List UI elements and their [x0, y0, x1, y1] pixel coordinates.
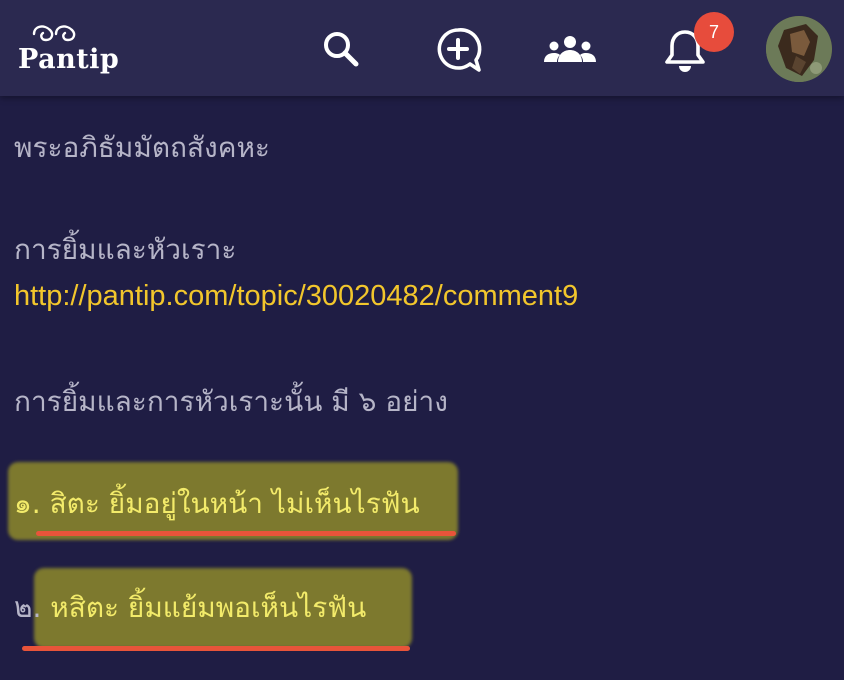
groups-icon[interactable]: [542, 34, 598, 66]
list-item-1: ๑. สิตะ ยิ้มอยู่ในหน้า ไม่เห็นไรฟัน: [14, 487, 420, 520]
logo-text: Pantip: [18, 44, 120, 75]
top-navigation-bar: Pantip 7: [0, 0, 844, 96]
underline-mark-2: [22, 646, 410, 651]
topic-title: การยิ้มและหัวเราะ: [14, 233, 237, 266]
page: Pantip 7 พระอภิธัมมัตถสังคหะ การยิ้มและห…: [0, 0, 844, 680]
notification-count-badge[interactable]: 7: [694, 12, 734, 52]
new-topic-icon[interactable]: [434, 26, 484, 74]
list-item-2: ๒. หสิตะ ยิ้มแย้มพอเห็นไรฟัน: [14, 586, 366, 630]
underline-mark-1: [36, 531, 456, 536]
avatar-image: [766, 16, 832, 82]
pantip-logo-icon: [32, 25, 76, 42]
list-item-2-number: ๒.: [14, 591, 42, 624]
user-avatar[interactable]: [766, 16, 832, 82]
pantip-logo[interactable]: Pantip: [18, 22, 119, 75]
heading-abhidhamma: พระอภิธัมมัตถสังคหะ: [14, 131, 270, 164]
list-item-2-text: หสิตะ ยิ้มแย้มพอเห็นไรฟัน: [50, 591, 367, 624]
search-icon[interactable]: [320, 28, 362, 70]
intro-text: การยิ้มและการหัวเราะนั้น มี ๖ อย่าง: [14, 385, 448, 418]
topic-link[interactable]: http://pantip.com/topic/30020482/comment…: [14, 280, 578, 313]
